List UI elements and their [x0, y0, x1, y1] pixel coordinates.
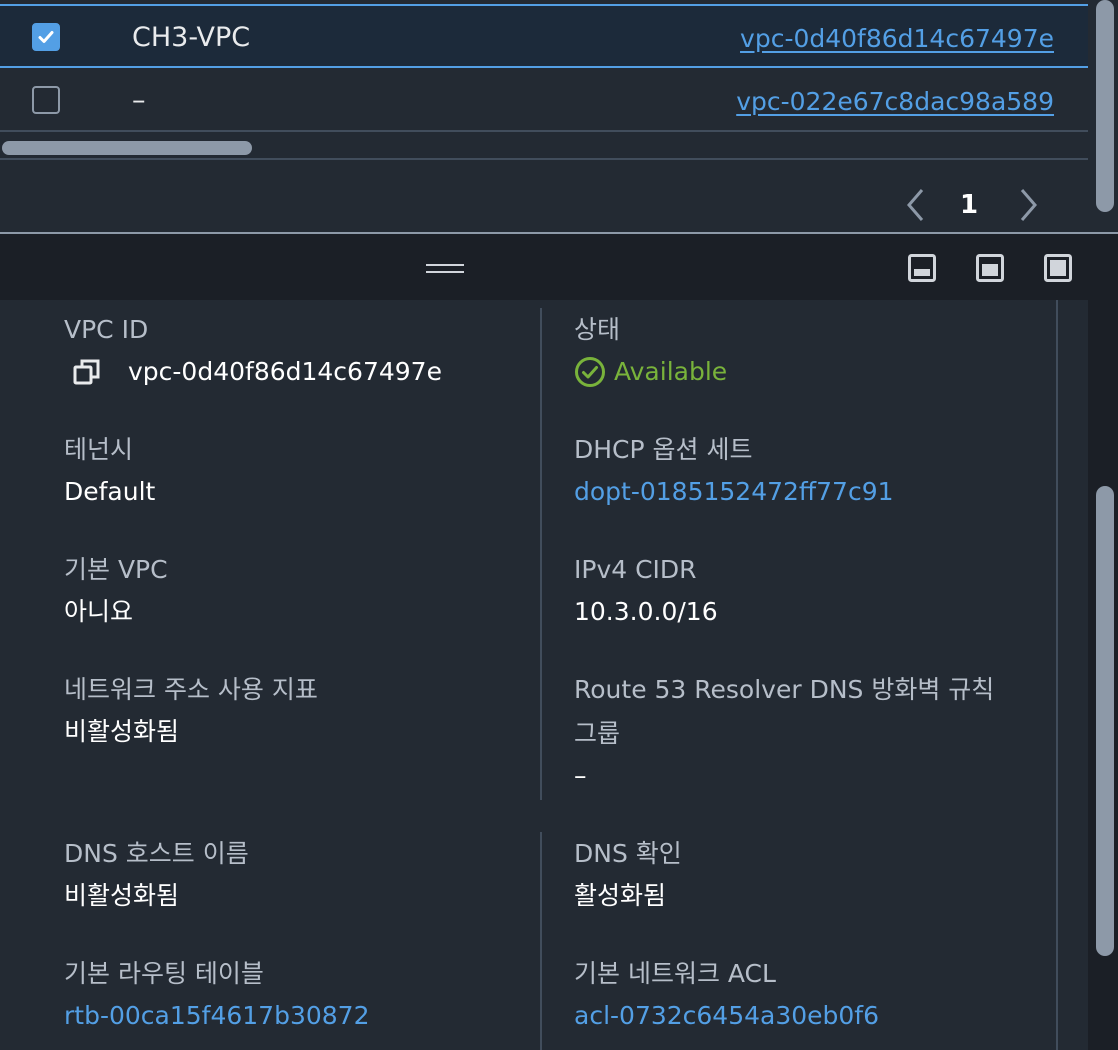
field-dns-resolution: DNS 확인 활성화됨: [574, 832, 682, 916]
details-content: VPC ID vpc-0d40f86d14c67497e 테넌시 Default…: [0, 300, 1058, 1050]
field-tenancy: 테넌시 Default: [64, 428, 155, 512]
network-metrics-value: 비활성화됨: [64, 717, 180, 746]
route53-firewall-value: –: [574, 761, 587, 790]
column-divider: [540, 308, 542, 800]
dhcp-options-link[interactable]: dopt-0185152472ff77c91: [574, 477, 894, 506]
vpc-id-link[interactable]: vpc-0d40f86d14c67497e: [740, 24, 1054, 53]
status-text: Available: [614, 357, 728, 386]
field-network-metrics: 네트워크 주소 사용 지표 비활성화됨: [64, 668, 318, 752]
chevron-left-icon[interactable]: [900, 186, 932, 224]
panel-bottom-icon[interactable]: [908, 254, 936, 282]
panel-middle-icon[interactable]: [976, 254, 1004, 282]
check-circle-icon: [575, 357, 605, 387]
tenancy-value: Default: [64, 477, 156, 506]
ipv4-cidr-value: 10.3.0.0/16: [574, 597, 718, 626]
horizontal-scrollbar[interactable]: [0, 134, 1088, 160]
field-dhcp-options: DHCP 옵션 세트 dopt-0185152472ff77c91: [574, 428, 894, 512]
pagination: 1: [900, 180, 1050, 230]
field-label: DNS 확인: [574, 839, 682, 868]
drag-handle-icon[interactable]: [426, 264, 464, 274]
panel-full-icon[interactable]: [1044, 254, 1072, 282]
vpc-details-panel: VPC ID vpc-0d40f86d14c67497e 테넌시 Default…: [0, 300, 1088, 1050]
horizontal-scrollbar-thumb[interactable]: [2, 141, 252, 155]
table-row[interactable]: – vpc-022e67c8dac98a589: [0, 70, 1088, 132]
status-indicator: Available: [574, 352, 727, 392]
default-vpc-value: 아니요: [64, 597, 134, 626]
field-route53-firewall: Route 53 Resolver DNS 방화벽 규칙 그룹 –: [574, 668, 994, 796]
table-row[interactable]: CH3-VPC vpc-0d40f86d14c67497e: [0, 4, 1088, 68]
details-scrollbar-thumb[interactable]: [1096, 486, 1114, 956]
split-panel-header: [0, 234, 1088, 300]
field-label: DNS 호스트 이름: [64, 839, 249, 868]
route-table-link[interactable]: rtb-00ca15f4617b30872: [64, 1001, 369, 1030]
network-acl-link[interactable]: acl-0732c6454a30eb0f6: [574, 1001, 879, 1030]
field-label: 기본 라우팅 테이블: [64, 959, 264, 988]
vpc-console: CH3-VPC vpc-0d40f86d14c67497e – vpc-022e…: [0, 0, 1118, 1050]
vpc-table: CH3-VPC vpc-0d40f86d14c67497e – vpc-022e…: [0, 0, 1088, 232]
row-checkbox[interactable]: [32, 86, 60, 114]
field-label-continued: 그룹: [574, 719, 621, 748]
field-label: IPv4 CIDR: [574, 555, 697, 584]
field-label: DHCP 옵션 세트: [574, 435, 753, 464]
field-label: 테넌시: [64, 435, 134, 464]
vertical-scrollbar-thumb[interactable]: [1096, 0, 1114, 212]
field-label: 기본 VPC: [64, 555, 168, 584]
chevron-right-icon[interactable]: [1012, 186, 1044, 224]
field-main-network-acl: 기본 네트워크 ACL acl-0732c6454a30eb0f6: [574, 952, 879, 1036]
vpc-name-cell: –: [132, 85, 146, 116]
current-page-number[interactable]: 1: [960, 190, 978, 220]
column-divider: [540, 832, 542, 1050]
field-ipv4-cidr: IPv4 CIDR 10.3.0.0/16: [574, 548, 718, 632]
field-label: VPC ID: [64, 315, 149, 344]
dns-hostnames-value: 비활성화됨: [64, 881, 180, 910]
dns-resolution-value: 활성화됨: [574, 881, 667, 910]
field-label: 기본 네트워크 ACL: [574, 959, 776, 988]
field-state: 상태 Available: [574, 308, 727, 392]
vpc-id-value: vpc-0d40f86d14c67497e: [128, 357, 442, 386]
field-vpc-id: VPC ID vpc-0d40f86d14c67497e: [64, 308, 442, 392]
row-checkbox-checked[interactable]: [32, 23, 60, 51]
field-dns-hostnames: DNS 호스트 이름 비활성화됨: [64, 832, 249, 916]
field-label: Route 53 Resolver DNS 방화벽 규칙: [574, 675, 995, 704]
vpc-name-cell: CH3-VPC: [132, 22, 251, 53]
field-default-vpc: 기본 VPC 아니요: [64, 548, 168, 632]
field-label: 상태: [574, 315, 621, 344]
vpc-id-link[interactable]: vpc-022e67c8dac98a589: [736, 87, 1054, 116]
copy-icon[interactable]: [72, 356, 104, 388]
field-main-route-table: 기본 라우팅 테이블 rtb-00ca15f4617b30872: [64, 952, 369, 1036]
field-label: 네트워크 주소 사용 지표: [64, 675, 318, 704]
check-icon: [38, 31, 54, 43]
